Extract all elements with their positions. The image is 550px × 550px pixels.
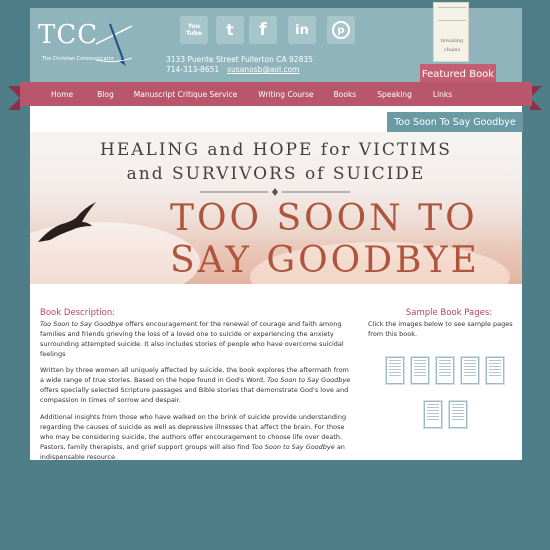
logo-text: TCC (38, 20, 99, 50)
nav-item-manuscript-critique[interactable]: Manuscript Critique Service (134, 90, 238, 99)
twitter-icon[interactable]: t (216, 16, 244, 44)
banner-title-line1: TOO SOON TO (170, 198, 478, 239)
featured-book-cover[interactable]: breaking chains (433, 2, 469, 62)
banner-subtitle-line1: HEALING and HOPE for VICTIMS (100, 140, 452, 160)
sample-page-thumbnail[interactable] (386, 357, 404, 384)
phone-text: 714-313-8651 (166, 65, 220, 74)
book-title-tab: Too Soon To Say Goodbye (387, 112, 523, 132)
logo-tagline: The Christian Communicator (42, 56, 114, 62)
sample-page-thumbnail[interactable] (486, 357, 504, 384)
site-header: TCC The Christian Communicator You Tube … (30, 2, 522, 84)
facebook-icon[interactable]: f (249, 16, 277, 44)
content-area: Book Description: Too Soon to Say Goodby… (30, 284, 522, 461)
description-paragraph-1: Too Soon to Say Goodbye offers encourage… (40, 320, 344, 358)
nav-item-home[interactable]: Home (51, 90, 73, 99)
bird-icon (38, 202, 96, 242)
nav-item-speaking[interactable]: Speaking (377, 90, 412, 99)
banner-title-line2: SAY GOODBYE (170, 240, 480, 281)
email-link[interactable]: susanosb@aol.com (227, 65, 299, 74)
address-text: 3133 Puente Street Fullerton CA 92835 (166, 55, 313, 64)
sample-page-thumbnail[interactable] (461, 357, 479, 384)
sample-page-thumbnail[interactable] (449, 401, 467, 428)
description-paragraph-2: Written by three women all uniquely affe… (40, 366, 351, 404)
cover-text-line1: breaking (440, 38, 464, 44)
linkedin-icon[interactable]: in (288, 16, 316, 44)
logo[interactable]: TCC The Christian Communicator (38, 20, 148, 68)
sample-pages-heading: Sample Book Pages: (405, 308, 493, 318)
ornament-divider-icon (200, 188, 350, 196)
pinterest-icon[interactable]: p (327, 16, 355, 44)
book-banner: HEALING and HOPE for VICTIMS and SURVIVO… (30, 132, 522, 284)
main-nav: Home Blog Manuscript Critique Service Wr… (20, 82, 532, 106)
sample-page-thumbnail[interactable] (424, 401, 442, 428)
book-description-heading: Book Description: (40, 308, 116, 318)
youtube-icon[interactable]: You Tube (180, 16, 208, 44)
contact-info: 3133 Puente Street Fullerton CA 92835 71… (166, 55, 313, 75)
sample-page-thumbnail[interactable] (436, 357, 454, 384)
nav-item-links[interactable]: Links (433, 90, 452, 99)
description-paragraph-3: Additional insights from those who have … (40, 413, 347, 461)
sample-pages-note: Click the images below to see sample pag… (368, 320, 513, 338)
cover-text-line2: chains (443, 47, 461, 53)
nav-item-books[interactable]: Books (334, 90, 357, 99)
ribbon-fold-left (8, 86, 20, 110)
nav-item-blog[interactable]: Blog (97, 90, 114, 99)
nav-item-writing-course[interactable]: Writing Course (258, 90, 313, 99)
sample-page-thumbnail[interactable] (411, 357, 429, 384)
featured-book-tag[interactable]: Featured Book (420, 64, 496, 84)
banner-subtitle-line2: and SURVIVORS of SUICIDE (126, 164, 426, 184)
